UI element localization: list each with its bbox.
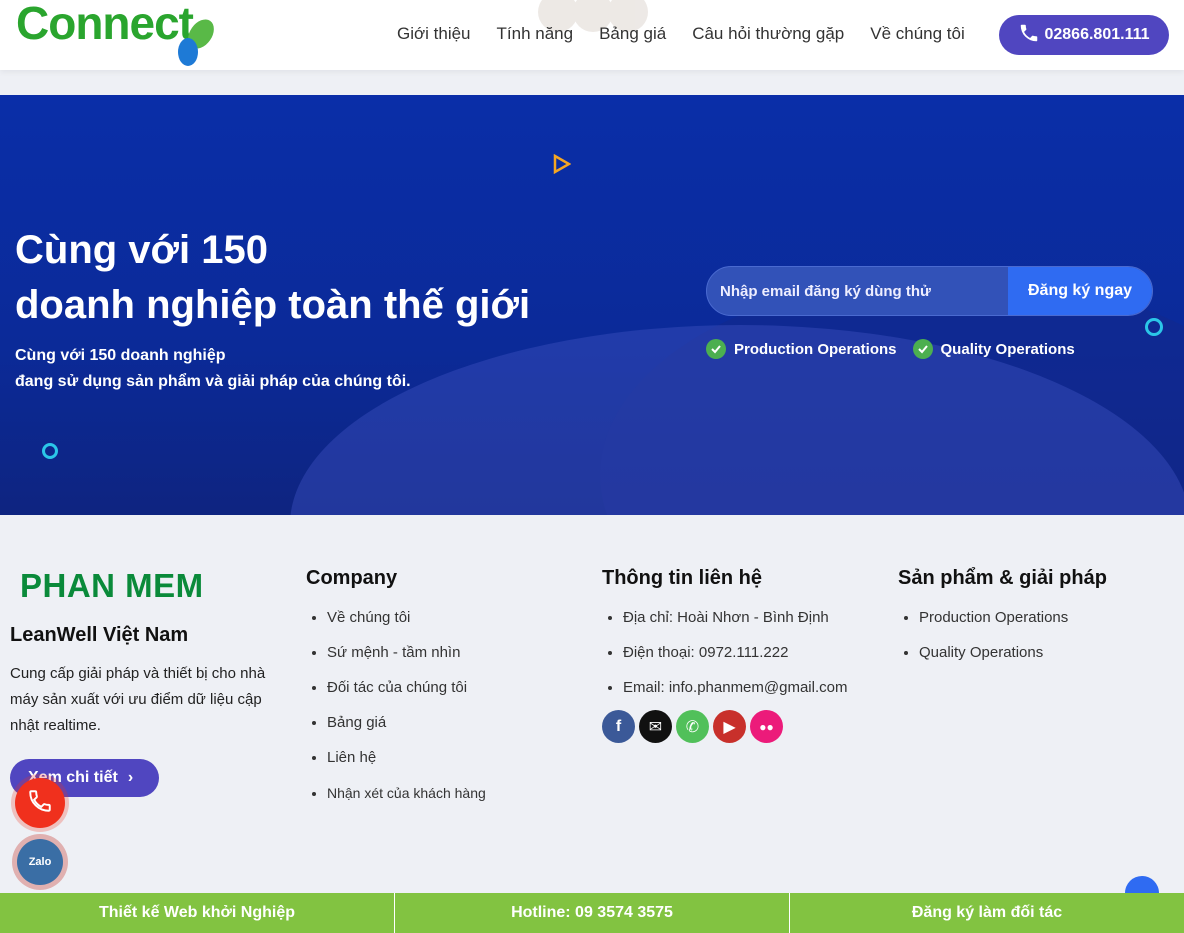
phone-number: 02866.801.111 (1044, 26, 1150, 43)
contact-phone[interactable]: Điện thoại: 0972.111.222 (623, 643, 847, 678)
phone-button[interactable]: 02866.801.111 (999, 15, 1169, 55)
feature-check: Production Operations (706, 339, 897, 359)
bottom-link-hotline[interactable]: Hotline: 09 3574 3575 (395, 893, 790, 933)
hero-sub-line1: Cùng với 150 doanh nghiệp (15, 347, 226, 364)
feature-check-label: Production Operations (734, 340, 897, 358)
email-input[interactable] (707, 267, 1007, 315)
nav-item-ve-chung-toi[interactable]: Về chúng tôi (870, 24, 965, 44)
footer-col-title: Sản phẩm & giải pháp (898, 567, 1107, 589)
contact-address: Địa chỉ: Hoài Nhơn - Bình Định (623, 608, 847, 643)
logo-dot-blue (178, 38, 198, 66)
contact-email[interactable]: Email: info.phanmem@gmail.com (623, 678, 847, 713)
feature-check-label: Quality Operations (940, 340, 1075, 358)
decor-ring (42, 443, 58, 459)
nav-item-faq[interactable]: Câu hỏi thường gặp (692, 24, 844, 44)
footer-col-title: Thông tin liên hệ (602, 567, 762, 589)
facebook-icon[interactable]: f (602, 710, 635, 743)
site-logo[interactable]: Connect (16, 0, 220, 70)
decor-ring (1145, 318, 1163, 336)
nav-item-tinh-nang[interactable]: Tính năng (497, 24, 574, 44)
footer-col-products: Sản phẩm & giải pháp Production Operatio… (898, 515, 1107, 678)
footer-link[interactable]: Nhận xét của khách hàng (327, 783, 486, 818)
play-icon (553, 154, 571, 174)
social-icons: f ✉ ✆ ▶ ●● (602, 710, 783, 743)
footer-col-contact: Thông tin liên hệ Địa chỉ: Hoài Nhơn - B… (602, 515, 847, 713)
nav-item-gioi-thieu[interactable]: Giới thiệu (397, 24, 471, 44)
footer-link[interactable]: Quality Operations (919, 643, 1107, 678)
footer-link[interactable]: Bảng giá (327, 713, 486, 748)
feature-checks: Production Operations Quality Operations (706, 339, 1075, 359)
logo-text: Connect (16, 0, 194, 49)
floating-call-button[interactable] (15, 778, 65, 828)
hero-sub-line2: đang sử dụng sản phẩm và giải pháp của c… (15, 373, 411, 390)
phone-icon (1018, 22, 1040, 49)
phone-icon[interactable]: ✆ (676, 710, 709, 743)
footer-brand-logo: PHAN MEM (20, 567, 204, 604)
main-nav: Giới thiệu Tính năng Bảng giá Câu hỏi th… (397, 24, 991, 44)
chevron-right-icon: › (127, 769, 134, 786)
signup-form: Đăng ký ngay (706, 266, 1153, 316)
phone-icon (27, 788, 53, 819)
hero-title-line1: Cùng với 150 (15, 228, 268, 272)
hero-title-line2: doanh nghiệp toàn thế giới (15, 283, 531, 327)
footer-col-title: Company (306, 567, 398, 589)
check-icon (706, 339, 726, 359)
site-footer: PHAN MEM LeanWell Việt Nam Cung cấp giải… (0, 515, 1184, 893)
bottom-action-bar: Thiết kế Web khởi Nghiệp Hotline: 09 357… (0, 893, 1184, 933)
flickr-icon[interactable]: ●● (750, 710, 783, 743)
footer-link[interactable]: Production Operations (919, 608, 1107, 643)
zalo-icon: Zalo (17, 839, 63, 885)
check-icon (912, 339, 933, 359)
footer-link[interactable]: Sứ mệnh - tầm nhìn (327, 643, 486, 678)
floating-zalo-button[interactable]: Zalo (12, 834, 68, 890)
email-icon[interactable]: ✉ (639, 710, 672, 743)
footer-link[interactable]: Đối tác của chúng tôi (327, 678, 486, 713)
nav-item-bang-gia[interactable]: Bảng giá (599, 24, 666, 44)
company-name: LeanWell Việt Nam (10, 624, 189, 646)
hero-title: Cùng với 150 doanh nghiệp toàn thế giới (15, 223, 530, 333)
footer-link[interactable]: Về chúng tôi (327, 608, 486, 643)
bottom-link-web-design[interactable]: Thiết kế Web khởi Nghiệp (0, 893, 395, 933)
bottom-link-partner[interactable]: Đăng ký làm đối tác (790, 893, 1184, 933)
hero-section: Cùng với 150 doanh nghiệp toàn thế giới … (0, 95, 1184, 515)
youtube-icon[interactable]: ▶ (713, 710, 746, 743)
footer-link[interactable]: Liên hệ (327, 748, 486, 783)
site-header: Connect Giới thiệu Tính năng Bảng giá Câ… (0, 0, 1184, 70)
feature-check: Quality Operations (912, 339, 1075, 359)
signup-button[interactable]: Đăng ký ngay (1008, 267, 1152, 315)
hero-subtitle: Cùng với 150 doanh nghiệp đang sử dụng s… (15, 343, 411, 395)
company-description: Cung cấp giải pháp và thiết bị cho nhà m… (10, 665, 266, 734)
footer-col-company: Company Về chúng tôi Sứ mệnh - tầm nhìn … (306, 515, 486, 818)
